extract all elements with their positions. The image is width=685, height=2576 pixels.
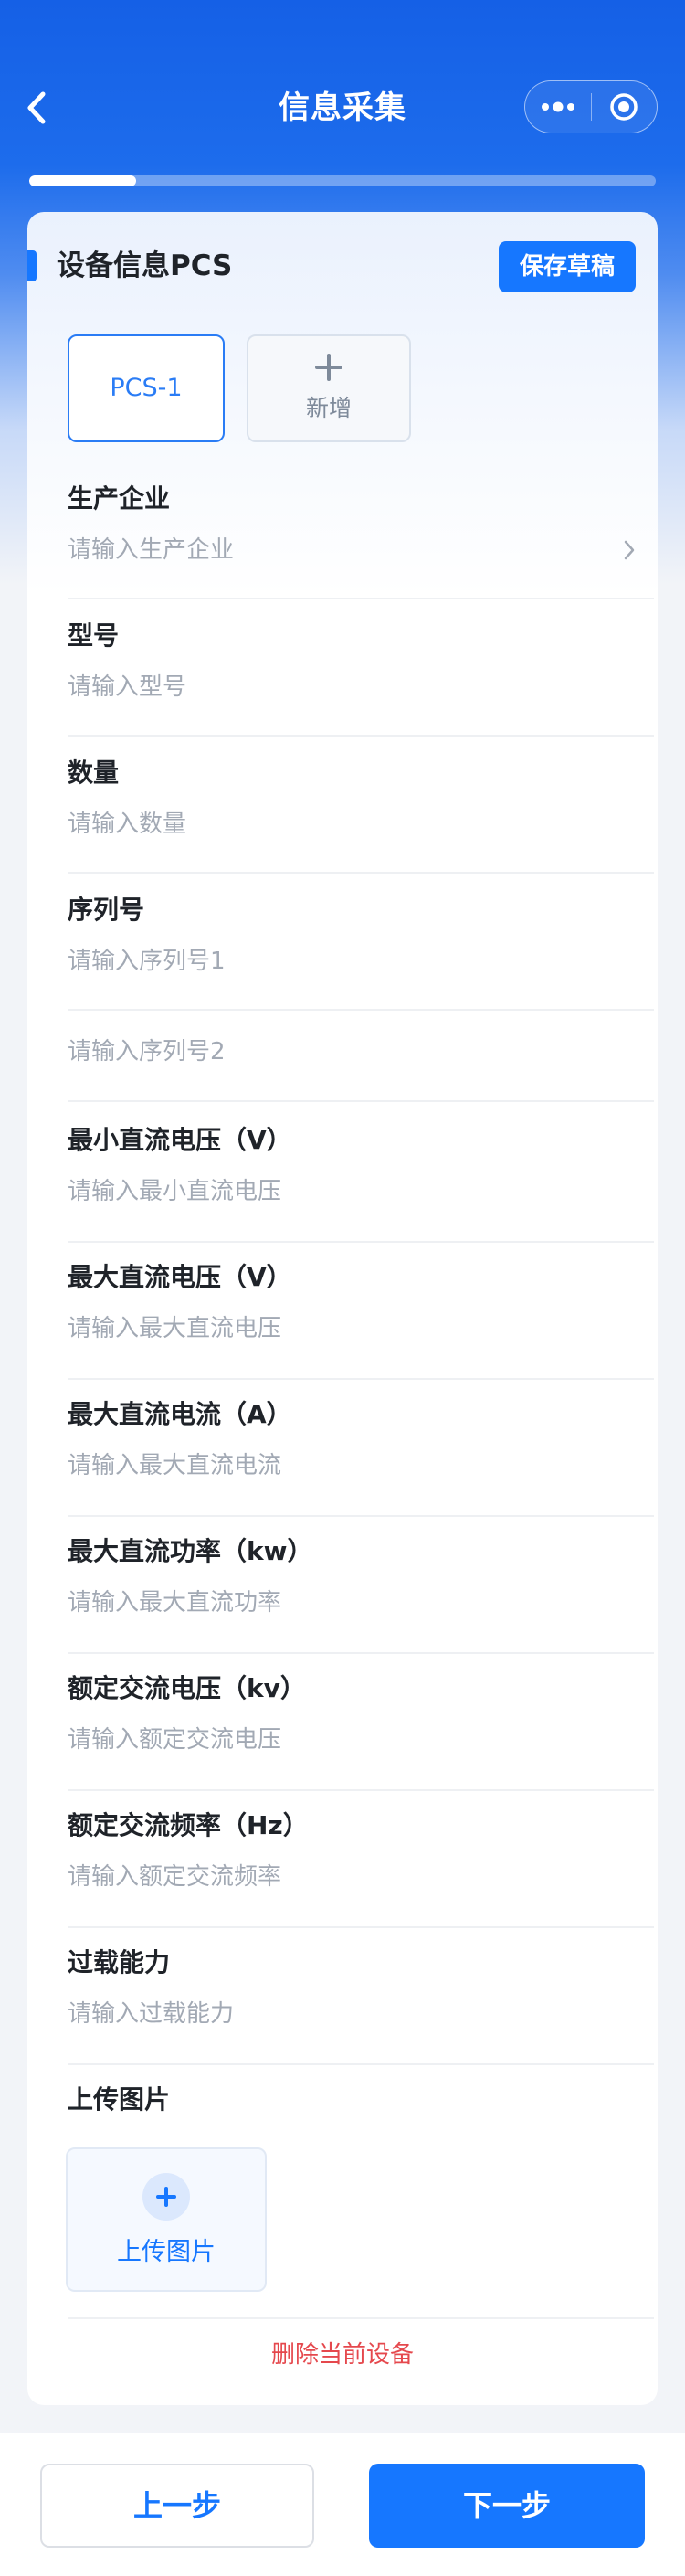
overload-capacity-input[interactable]: 请输入过载能力	[68, 1996, 654, 2032]
more-button[interactable]	[525, 81, 591, 133]
model-input[interactable]: 请输入型号	[68, 669, 654, 705]
field-label: 额定交流电压（kv）	[68, 1673, 306, 1703]
field-label: 型号	[68, 620, 120, 651]
field-min-dc-voltage: 最小直流电压（V） 请输入最小直流电压	[68, 1122, 654, 1210]
plus-icon	[315, 354, 342, 381]
field-max-dc-current: 最大直流电流（A） 请输入最大直流电流	[68, 1396, 654, 1484]
delete-device-button[interactable]: 删除当前设备	[27, 2332, 658, 2378]
field-label: 最小直流电压（V）	[68, 1125, 292, 1155]
close-miniprogram-button[interactable]	[592, 81, 658, 133]
navigation-bar: 信息采集	[0, 64, 685, 152]
plus-circle-icon	[142, 2172, 190, 2221]
divider	[68, 1378, 654, 1380]
add-device-label: 新增	[305, 395, 352, 421]
more-dots-icon	[541, 101, 574, 112]
field-upload-image: 上传图片	[68, 2082, 654, 2118]
quantity-input[interactable]: 请输入数量	[68, 806, 654, 843]
divider	[68, 1515, 654, 1517]
previous-step-button[interactable]: 上一步	[40, 2464, 314, 2548]
divider	[68, 1789, 654, 1791]
upload-image-label: 上传图片	[117, 2237, 216, 2266]
field-quantity: 数量 请输入数量	[68, 755, 654, 843]
field-label: 上传图片	[68, 2084, 171, 2115]
divider	[68, 1009, 654, 1011]
max-dc-voltage-input[interactable]: 请输入最大直流电压	[68, 1310, 654, 1347]
divider	[68, 2317, 654, 2319]
field-manufacturer: 生产企业 请输入生产企业	[68, 481, 654, 568]
rated-ac-voltage-input[interactable]: 请输入额定交流电压	[68, 1722, 654, 1758]
field-label: 最大直流功率（kw）	[68, 1536, 313, 1566]
max-dc-power-input[interactable]: 请输入最大直流功率	[68, 1585, 654, 1621]
save-draft-button[interactable]: 保存草稿	[499, 241, 636, 292]
field-rated-ac-voltage: 额定交流电压（kv） 请输入额定交流电压	[68, 1670, 654, 1758]
footer-action-bar: 上一步 下一步	[0, 2433, 685, 2576]
divider	[68, 1100, 654, 1102]
section-accent-bar	[27, 250, 37, 281]
field-serial-number: 序列号 请输入序列号1	[68, 892, 654, 980]
divider	[68, 1926, 654, 1928]
step-progress-fill	[29, 175, 136, 186]
divider	[68, 2063, 654, 2065]
rated-ac-frequency-input[interactable]: 请输入额定交流频率	[68, 1859, 654, 1895]
next-step-button[interactable]: 下一步	[369, 2464, 645, 2548]
device-info-card: 设备信息PCS 保存草稿 PCS-1 新增 生产企业 请输入生产企业 型号 请输…	[27, 212, 658, 2405]
add-device-button[interactable]: 新增	[247, 334, 411, 442]
upload-image-button[interactable]: 上传图片	[66, 2147, 267, 2292]
divider	[68, 735, 654, 737]
field-max-dc-power: 最大直流功率（kw） 请输入最大直流功率	[68, 1533, 654, 1621]
field-model: 型号 请输入型号	[68, 618, 654, 705]
mini-program-capsule	[524, 80, 658, 133]
field-serial-number-2: 请输入序列号2	[68, 1034, 654, 1070]
serial-number-1-input[interactable]: 请输入序列号1	[68, 943, 654, 980]
manufacturer-picker[interactable]: 请输入生产企业	[68, 532, 654, 568]
field-label: 序列号	[68, 895, 145, 925]
divider	[68, 872, 654, 874]
field-label: 最大直流电流（A）	[68, 1399, 292, 1429]
field-max-dc-voltage: 最大直流电压（V） 请输入最大直流电压	[68, 1259, 654, 1347]
divider	[68, 1241, 654, 1243]
field-overload-capacity: 过载能力 请输入过载能力	[68, 1945, 654, 2032]
section-title: 设备信息PCS	[57, 249, 233, 282]
step-progress-bar	[29, 175, 656, 186]
target-icon	[610, 93, 638, 121]
divider	[68, 598, 654, 599]
field-label: 生产企业	[68, 483, 171, 514]
serial-number-2-input[interactable]: 请输入序列号2	[68, 1034, 654, 1070]
field-label: 额定交流频率（Hz）	[68, 1810, 309, 1840]
field-label: 数量	[68, 758, 120, 788]
max-dc-current-input[interactable]: 请输入最大直流电流	[68, 1447, 654, 1484]
device-tab-pcs-1[interactable]: PCS-1	[68, 334, 225, 442]
chevron-right-icon	[623, 532, 641, 568]
field-label: 最大直流电压（V）	[68, 1262, 292, 1292]
field-rated-ac-frequency: 额定交流频率（Hz） 请输入额定交流频率	[68, 1807, 654, 1895]
divider	[68, 1652, 654, 1654]
field-label: 过载能力	[68, 1947, 171, 1977]
min-dc-voltage-input[interactable]: 请输入最小直流电压	[68, 1173, 654, 1210]
